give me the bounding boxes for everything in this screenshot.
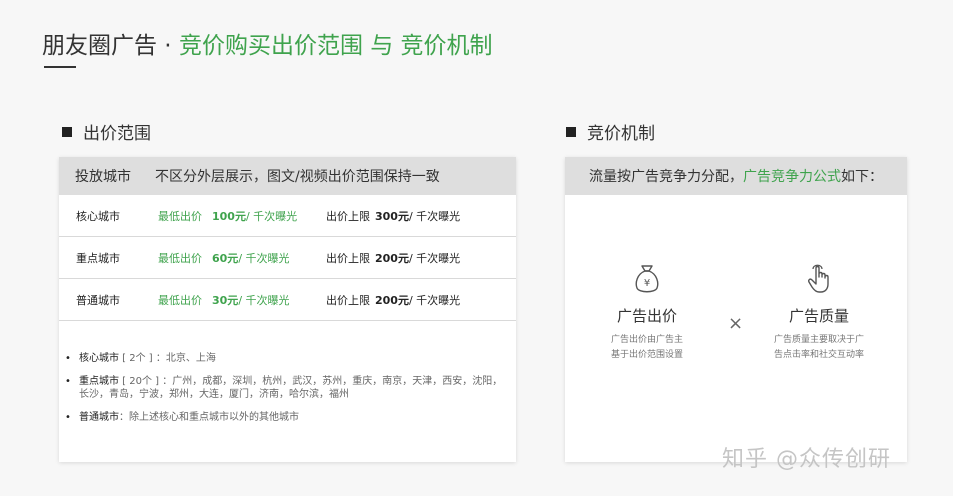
bullet-icon: • <box>65 376 71 387</box>
max-bid-unit: / 千次曝光 <box>408 293 461 307</box>
table-row: 重点城市 最低出价 60元 / 千次曝光 出价上限 200元 / 千次曝光 <box>59 237 516 279</box>
note-text: [ 2个 ] ：北京、上海 <box>119 353 216 364</box>
min-bid: 最低出价 60元 / 千次曝光 <box>158 250 326 266</box>
square-bullet-icon <box>566 126 576 137</box>
bullet-icon: • <box>65 353 71 364</box>
note-key: 普通城市 <box>79 412 119 423</box>
formula-header: 流量按广告竞争力分配， 广告竞争力公式 如下： <box>565 157 907 195</box>
formula-header-prefix: 流量按广告竞争力分配， <box>589 169 743 185</box>
page-title-prefix: 朋友圈广告 · <box>42 33 179 59</box>
max-bid-value: 300元 <box>375 209 409 223</box>
city-tier-notes: • 核心城市 [ 2个 ] ：北京、上海 • 重点城市 [ 20个 ] ：广州，… <box>65 352 510 434</box>
min-bid-label: 最低出价 <box>158 293 202 307</box>
bidding-mechanism-heading: 竞价机制 <box>566 119 655 144</box>
factor-bid-name: 广告出价 <box>616 307 677 325</box>
money-bag-icon: ¥ <box>635 265 659 293</box>
page-title: 朋友圈广告 · 竞价购买出价范围 与 竞价机制 <box>42 26 493 60</box>
bid-range-heading: 出价范围 <box>62 119 151 144</box>
min-bid: 最低出价 30元 / 千次曝光 <box>158 292 326 308</box>
bid-range-heading-text: 出价范围 <box>83 124 151 144</box>
multiply-operator: × <box>728 313 744 334</box>
min-bid-unit: / 千次曝光 <box>238 251 290 265</box>
bullet-icon: • <box>65 412 71 423</box>
tap-hand-icon <box>808 264 829 293</box>
note-key: 重点城市 <box>79 376 119 387</box>
list-item: • 重点城市 [ 20个 ] ：广州，成都，深圳，杭州，武汉，苏州，重庆，南京，… <box>65 375 510 401</box>
bid-range-card: 投放城市 不区分外层展示，图文/视频出价范围保持一致 核心城市 最低出价 100… <box>59 157 516 462</box>
factor-quality-desc-line: 广告质量主要取决于广 <box>773 335 864 345</box>
list-item: • 核心城市 [ 2个 ] ：北京、上海 <box>65 352 510 365</box>
watermark: 知乎 @众传创研 <box>722 447 891 472</box>
factor-quality-desc-line: 告点击率和社交互动率 <box>773 350 864 360</box>
note-text: [ 20个 ] ：广州，成都，深圳，杭州，武汉，苏州，重庆，南京，天津，西安，沈… <box>79 376 503 400</box>
max-bid-label: 出价上限 <box>326 251 370 265</box>
city-tier: 核心城市 <box>76 209 120 223</box>
min-bid-label: 最低出价 <box>158 209 202 223</box>
bidding-mechanism-heading-text: 竞价机制 <box>587 124 655 144</box>
list-item: • 普通城市：除上述核心和重点城市以外的其他城市 <box>65 411 510 424</box>
max-bid-unit: / 千次曝光 <box>408 251 461 265</box>
table-row: 核心城市 最低出价 100元 / 千次曝光 出价上限 300元 / 千次曝光 <box>59 195 516 237</box>
max-bid-value: 200元 <box>375 293 409 307</box>
max-bid-label: 出价上限 <box>326 293 370 307</box>
min-bid-value: 30元 <box>212 293 239 307</box>
table-row: 普通城市 最低出价 30元 / 千次曝光 出价上限 200元 / 千次曝光 <box>59 279 516 321</box>
note-key: 核心城市 <box>79 353 119 364</box>
factor-quality: 广告质量 广告质量主要取决于广 告点击率和社交互动率 <box>764 263 874 363</box>
min-bid-unit: / 千次曝光 <box>245 209 298 223</box>
factor-bid-desc-line: 广告出价由广告主 <box>610 335 683 345</box>
factor-quality-name: 广告质量 <box>788 307 849 325</box>
header-note-column: 不区分外层展示，图文/视频出价范围保持一致 <box>155 169 440 185</box>
svg-text:¥: ¥ <box>644 278 650 289</box>
min-bid-label: 最低出价 <box>158 251 202 265</box>
formula-header-suffix: 如下： <box>841 169 883 185</box>
city-tier: 普通城市 <box>76 293 120 307</box>
factor-quality-desc: 广告质量主要取决于广 告点击率和社交互动率 <box>764 333 874 363</box>
min-bid: 最低出价 100元 / 千次曝光 <box>158 208 326 224</box>
min-bid-unit: / 千次曝光 <box>238 293 290 307</box>
header-city-column: 投放城市 <box>75 169 131 185</box>
factor-bid: ¥ 广告出价 广告出价由广告主 基于出价范围设置 <box>596 263 698 363</box>
formula-header-highlight: 广告竞争力公式 <box>743 169 841 185</box>
max-bid-label: 出价上限 <box>326 209 370 223</box>
min-bid-value: 60元 <box>212 251 239 265</box>
max-bid-unit: / 千次曝光 <box>408 209 461 223</box>
min-bid-value: 100元 <box>212 209 246 223</box>
note-text: ：除上述核心和重点城市以外的其他城市 <box>119 412 299 423</box>
max-bid-value: 200元 <box>375 251 409 265</box>
bid-range-table-header: 投放城市 不区分外层展示，图文/视频出价范围保持一致 <box>59 157 516 195</box>
square-bullet-icon <box>62 126 72 137</box>
factor-bid-desc-line: 基于出价范围设置 <box>610 350 683 360</box>
city-tier: 重点城市 <box>76 251 120 265</box>
page-title-highlight: 竞价购买出价范围 与 竞价机制 <box>178 33 493 59</box>
title-underline <box>44 66 76 68</box>
factor-bid-desc: 广告出价由广告主 基于出价范围设置 <box>596 333 698 363</box>
